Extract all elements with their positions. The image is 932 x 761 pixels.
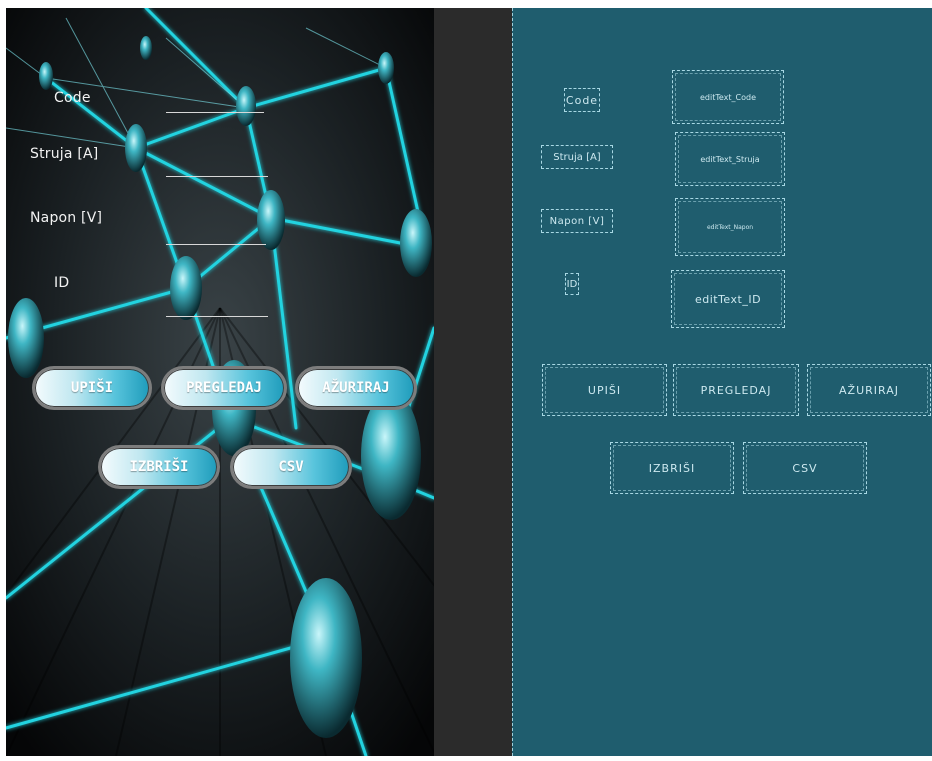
label-napon: Napon [V] xyxy=(30,210,103,226)
bp-label-code[interactable]: Code xyxy=(564,88,600,112)
blueprint-view: Code editText_Code Struja [A] editText_S… xyxy=(512,8,932,756)
bp-edittext-struja[interactable]: editText_Struja xyxy=(675,132,785,186)
bp-label-id[interactable]: ID xyxy=(565,273,579,295)
edittext-id-underline[interactable] xyxy=(166,316,268,317)
design-preview: Code Struja [A] Napon [V] ID UPIŠI PREGL… xyxy=(6,8,434,756)
label-id: ID xyxy=(54,275,70,291)
upisi-button[interactable]: UPIŠI xyxy=(32,366,152,410)
csv-button[interactable]: CSV xyxy=(230,445,352,489)
bp-pregledaj-button[interactable]: PREGLEDAJ xyxy=(673,364,799,416)
bp-azuriraj-button[interactable]: AŽURIRAJ xyxy=(807,364,931,416)
label-struja: Struja [A] xyxy=(30,146,99,162)
edittext-code-underline[interactable] xyxy=(166,112,264,113)
bp-label-struja[interactable]: Struja [A] xyxy=(541,145,613,169)
edittext-napon-underline[interactable] xyxy=(166,244,266,245)
bp-edittext-napon[interactable]: editText_Napon xyxy=(675,198,785,256)
bp-upisi-button[interactable]: UPIŠI xyxy=(542,364,667,416)
bp-izbrisi-button[interactable]: IZBRIŠI xyxy=(610,442,734,494)
edittext-struja-underline[interactable] xyxy=(166,176,268,177)
azuriraj-button[interactable]: AŽURIRAJ xyxy=(295,366,417,410)
label-code: Code xyxy=(54,90,91,106)
bp-label-napon[interactable]: Napon [V] xyxy=(541,209,613,233)
izbrisi-button[interactable]: IZBRIŠI xyxy=(98,445,220,489)
bp-edittext-id[interactable]: editText_ID xyxy=(671,270,785,328)
editor-gutter xyxy=(434,8,512,756)
bp-csv-button[interactable]: CSV xyxy=(743,442,867,494)
pregledaj-button[interactable]: PREGLEDAJ xyxy=(161,366,287,410)
bp-edittext-code[interactable]: editText_Code xyxy=(672,70,784,124)
